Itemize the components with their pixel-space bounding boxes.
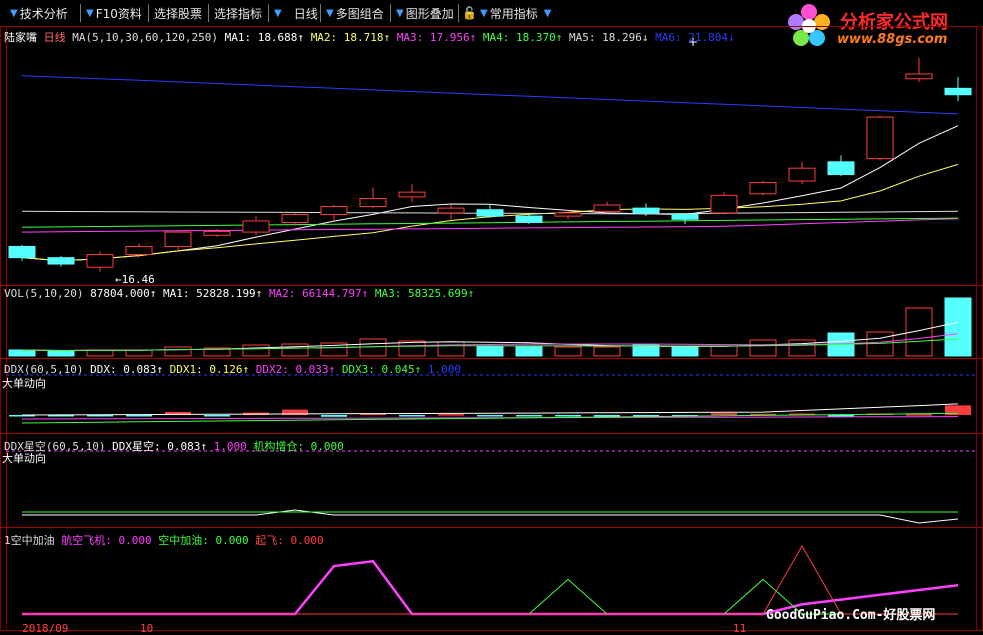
volume-bar <box>593 346 621 357</box>
vol-value: 87804.000↑ <box>90 287 157 300</box>
candle-body <box>866 116 894 160</box>
candle-body <box>281 214 309 223</box>
ddx-bar <box>594 415 620 417</box>
volume-bar <box>515 345 543 357</box>
ddx-header: DDX(60,5,10) DDX: 0.083↑ DDX1: 0.126↑ DD… <box>4 363 461 376</box>
period-label: 日线 <box>43 31 66 44</box>
volume-bar <box>944 297 972 357</box>
candle-body <box>203 230 231 236</box>
candle-body <box>164 231 192 247</box>
ddx-bar <box>711 413 737 415</box>
ddx-subtitle: 大单动向 <box>2 377 46 390</box>
ddx-star-header: DDX星空(60,5,10) DDX星空: 0.083↑ 1.000 机构增仓:… <box>4 438 344 454</box>
date-label: 11 <box>733 622 747 635</box>
ddx-bar <box>204 415 230 417</box>
ma2-value: MA2: 18.718↑ <box>310 31 391 44</box>
volume-bar <box>710 345 738 357</box>
candle-body <box>398 191 426 198</box>
fuel-title: 1空中加油 <box>4 534 55 547</box>
price-header: 陆家嘴 日线 MA(5,10,30,60,120,250) MA1: 18.68… <box>4 29 735 45</box>
ma6-line <box>21 75 959 115</box>
candle-body <box>476 209 504 217</box>
ddx-level: 1.000 <box>427 363 462 376</box>
candle-body <box>47 257 75 265</box>
candle-body <box>437 207 465 214</box>
ddx-value: DDX: 0.083↑ <box>90 363 163 376</box>
vol-header: VOL(5,10,20) 87804.000↑ MA1: 52828.199↑ … <box>4 287 474 300</box>
volume-bar <box>671 346 699 357</box>
ddx3-value: DDX3: 0.045↑ <box>341 363 422 376</box>
volume-bar <box>86 349 114 357</box>
volume-bar <box>398 340 426 357</box>
low-price-value: 16.46 <box>121 273 155 286</box>
fuel-plane-value: 航空飞机: 0.000 <box>61 534 152 547</box>
date-label: 2018/09 <box>22 622 69 635</box>
candle-body <box>788 167 816 182</box>
volume-bar <box>8 349 36 357</box>
ddx-star-value: DDX星空: 0.083↑ <box>112 440 207 453</box>
ma4-value: MA4: 18.370↑ <box>482 31 563 44</box>
candle-body <box>905 73 933 80</box>
candle-body <box>554 212 582 217</box>
candle-body <box>320 206 348 216</box>
ddx-star-subtitle: 大单动向 <box>2 452 46 465</box>
candle-body <box>671 214 699 220</box>
ma3-line <box>21 218 959 233</box>
fuel-refuel-value: 空中加油: 0.000 <box>158 534 249 547</box>
vol-title: VOL(5,10,20) <box>4 287 84 300</box>
candle-body <box>749 182 777 195</box>
fuel-header: 1空中加油 航空飞机: 0.000 空中加油: 0.000 起飞: 0.000 <box>4 532 324 548</box>
volume-bar <box>125 349 153 357</box>
ddx-bar <box>555 415 581 417</box>
candle-body <box>944 87 972 96</box>
vol-ma1: MA1: 52828.199↑ <box>162 287 263 300</box>
candle-body <box>593 204 621 212</box>
ddx-bar <box>828 415 854 417</box>
ma4-line <box>21 217 959 228</box>
ddx-bar <box>321 415 347 417</box>
fuel-takeoff-value: 起飞: 0.000 <box>255 534 324 547</box>
ddx-bar <box>516 415 542 417</box>
volume-bar <box>359 338 387 357</box>
candle-body <box>632 207 660 214</box>
candle-body <box>8 245 36 259</box>
volume-bar <box>47 350 75 357</box>
vol-ma2: MA2: 66144.797↑ <box>268 287 369 300</box>
candle-body <box>359 198 387 208</box>
ma1-line <box>21 125 959 262</box>
volume-bar <box>242 344 270 357</box>
volume-bar <box>437 341 465 357</box>
ddx1-line <box>21 403 959 416</box>
vol-ma3: MA3: 58325.699↑ <box>374 287 475 300</box>
volume-bar <box>788 339 816 357</box>
candle-body <box>86 253 114 268</box>
ddx-bar <box>477 415 503 417</box>
ddx-bar <box>438 414 464 416</box>
ma1-value: MA1: 18.688↑ <box>224 31 305 44</box>
volume-bar <box>554 346 582 357</box>
ddx-bar <box>126 415 152 417</box>
candle-body <box>515 215 543 224</box>
ddx2-value: DDX2: 0.033↑ <box>255 363 336 376</box>
volume-bar <box>476 345 504 357</box>
volume-bar <box>164 346 192 357</box>
ddx-bar <box>399 415 425 417</box>
low-price-marker: ←16.46 <box>115 273 155 286</box>
ma6-value: MA6: 21.804↓ <box>655 31 735 44</box>
candle-body <box>710 194 738 214</box>
watermark: GoodGuPiao.Com-好股票网 <box>766 608 936 623</box>
institution-value: 机构增仓: 0.000 <box>253 440 344 453</box>
ma3-value: MA3: 17.956↑ <box>396 31 477 44</box>
ddx-star-level: 1.000 <box>213 440 247 453</box>
ma-params: MA(5,10,30,60,120,250) <box>72 31 218 44</box>
candle-body <box>827 161 855 176</box>
date-label: 10 <box>140 622 154 635</box>
candle-body <box>125 245 153 255</box>
volume-bar <box>749 339 777 357</box>
ddx1-value: DDX1: 0.126↑ <box>169 363 250 376</box>
stock-name: 陆家嘴 <box>4 31 37 44</box>
ma5-value: MA5: 18.296↓ <box>569 31 649 44</box>
candle-body <box>242 220 270 233</box>
volume-bar <box>281 343 309 357</box>
